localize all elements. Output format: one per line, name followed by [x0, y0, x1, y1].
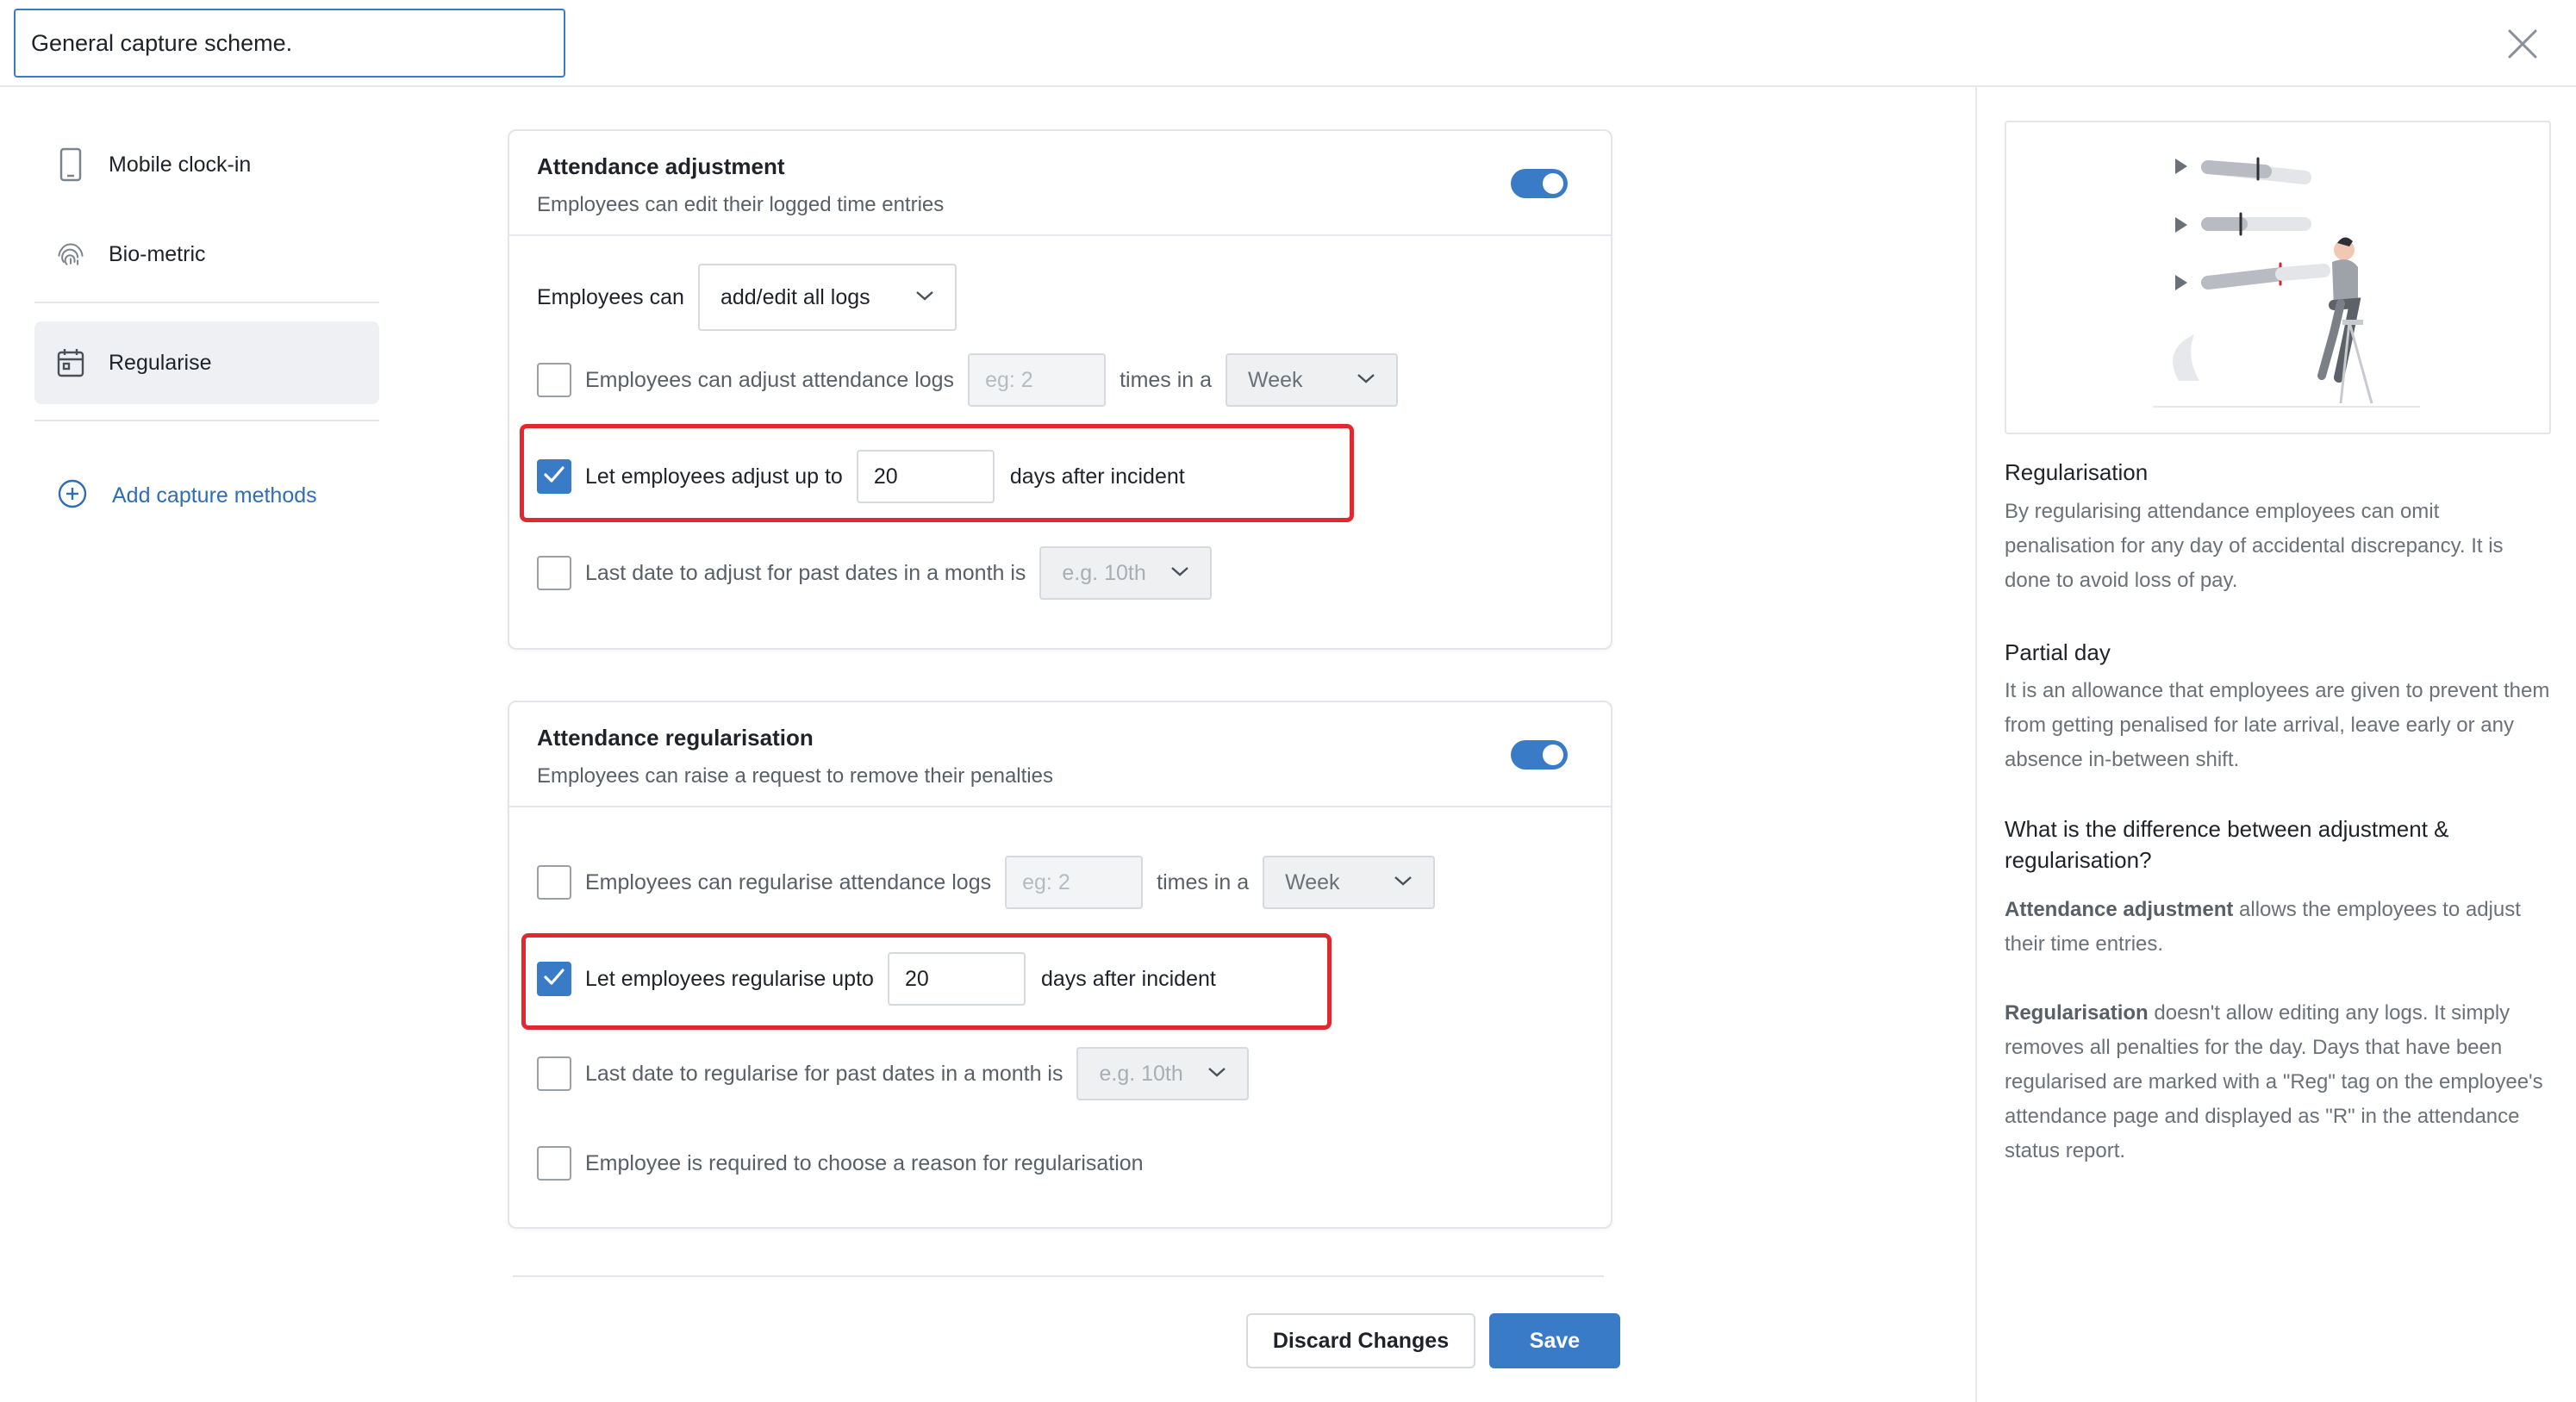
regularise-last-date-row: Last date to regularise for past dates i…	[537, 1047, 1250, 1100]
toggle-knob	[1543, 745, 1563, 765]
top-bar	[0, 0, 2576, 87]
reason-required-checkbox[interactable]	[537, 1146, 571, 1181]
sidebar-item-mobile-clock-in[interactable]: Mobile clock-in	[34, 123, 379, 206]
regularise-limit-row: Employees can regularise attendance logs…	[537, 856, 1436, 909]
regularise-last-date-label: Last date to regularise for past dates i…	[585, 1061, 1063, 1086]
select-value: add/edit all logs	[720, 284, 870, 309]
help-partial-day-body: It is an allowance that employees are gi…	[2005, 679, 2550, 771]
sidebar-item-label: Mobile clock-in	[109, 152, 252, 177]
checkmark-icon	[543, 968, 565, 991]
term-attendance-adjustment: Attendance adjustment	[2005, 898, 2234, 921]
regularise-days-input[interactable]	[887, 952, 1026, 1006]
sidebar-divider	[34, 420, 379, 421]
card-header: Attendance adjustment Employees can edit…	[509, 131, 1611, 236]
card-subtitle: Employees can edit their logged time ent…	[537, 193, 945, 216]
adjust-last-date-label: Last date to adjust for past dates in a …	[585, 560, 1026, 585]
reason-required-row: Employee is required to choose a reason …	[537, 1146, 1144, 1181]
adjust-last-date-select[interactable]: e.g. 10th	[1039, 546, 1213, 600]
mobile-icon	[55, 147, 86, 182]
employees-can-label: Employees can	[537, 284, 684, 309]
days-after-incident-label: days after incident	[1009, 464, 1185, 489]
adjust-period-select[interactable]: Week	[1226, 353, 1399, 407]
add-capture-methods-label: Add capture methods	[112, 483, 317, 508]
regularise-limit-label: Employees can regularise attendance logs	[585, 869, 992, 894]
plus-circle-icon	[57, 478, 88, 514]
discard-changes-button[interactable]: Discard Changes	[1246, 1313, 1475, 1368]
help-partial-day-title: Partial day	[2005, 639, 2111, 665]
sidebar-item-regularise[interactable]: Regularise	[34, 321, 379, 404]
adjust-limit-label: Employees can adjust attendance logs	[585, 367, 955, 392]
attendance-regularisation-card: Attendance regularisation Employees can …	[508, 701, 1612, 1229]
sidebar-divider	[34, 302, 379, 303]
chevron-down-icon	[1357, 372, 1375, 389]
adjust-last-date-row: Last date to adjust for past dates in a …	[537, 546, 1213, 600]
regularise-limit-checkbox[interactable]	[537, 865, 571, 900]
adjust-last-date-checkbox[interactable]	[537, 556, 571, 590]
adjust-days-checkbox[interactable]	[537, 459, 571, 494]
regularise-period-select[interactable]: Week	[1263, 856, 1436, 909]
help-difference-adjustment: Attendance adjustment allows the employe…	[2005, 893, 2553, 962]
adjustment-toggle[interactable]	[1511, 169, 1568, 198]
adjust-limit-checkbox[interactable]	[537, 363, 571, 397]
sidebar-item-bio-metric[interactable]: Bio-metric	[34, 213, 379, 296]
times-in-a-label: times in a	[1157, 869, 1250, 894]
regularise-days-checkbox[interactable]	[537, 962, 571, 996]
calendar-icon	[55, 346, 86, 380]
footer-divider	[513, 1275, 1604, 1277]
card-subtitle: Employees can raise a request to remove …	[537, 764, 1053, 788]
adjust-days-label: Let employees adjust up to	[585, 464, 843, 489]
help-difference-regularisation: Regularisation doesn't allow editing any…	[2005, 996, 2553, 1168]
regularisation-toggle[interactable]	[1511, 740, 1568, 770]
sidebar-item-label: Bio-metric	[109, 241, 206, 266]
card-title: Attendance adjustment	[537, 153, 785, 179]
scheme-name-input[interactable]	[14, 9, 565, 78]
select-value: Week	[1248, 367, 1303, 392]
help-regularisation-title: Regularisation	[2005, 459, 2149, 485]
times-in-a-label: times in a	[1120, 367, 1213, 392]
capture-methods-sidebar: Mobile clock-in Bio-metric Regularise Ad…	[0, 87, 414, 1402]
checkmark-icon	[543, 465, 565, 489]
select-value: Week	[1285, 869, 1340, 894]
regularise-days-label: Let employees regularise upto	[585, 966, 874, 991]
chevron-down-icon	[1207, 1066, 1226, 1082]
fingerprint-icon	[55, 237, 86, 271]
chevron-down-icon	[1394, 875, 1413, 891]
regularise-last-date-checkbox[interactable]	[537, 1056, 571, 1091]
help-regularisation-body: By regularising attendance employees can…	[2005, 500, 2504, 592]
save-button[interactable]: Save	[1489, 1313, 1620, 1368]
card-title: Attendance regularisation	[537, 725, 814, 751]
add-capture-methods-link[interactable]: Add capture methods	[57, 478, 317, 514]
chevron-down-icon	[1170, 565, 1189, 582]
employees-can-row: Employees can add/edit all logs	[537, 264, 957, 331]
adjust-days-input[interactable]	[856, 450, 995, 503]
attendance-adjustment-card: Attendance adjustment Employees can edit…	[508, 129, 1612, 650]
definition-text: doesn't allow editing any logs. It simpl…	[2005, 1001, 2543, 1162]
term-regularisation: Regularisation	[2005, 1001, 2149, 1025]
adjust-limit-input[interactable]	[968, 353, 1107, 407]
illustration	[2005, 121, 2551, 434]
regularise-last-date-select[interactable]: e.g. 10th	[1076, 1047, 1250, 1100]
help-difference-title: What is the difference between adjustmen…	[2005, 816, 2449, 873]
reason-required-label: Employee is required to choose a reason …	[585, 1150, 1144, 1175]
toggle-knob	[1543, 173, 1563, 194]
close-icon[interactable]	[2503, 24, 2542, 64]
chevron-down-icon	[915, 290, 934, 306]
employees-can-select[interactable]: add/edit all logs	[697, 264, 957, 331]
regularise-days-row: Let employees regularise upto days after…	[537, 952, 1216, 1006]
days-after-incident-label: days after incident	[1040, 966, 1216, 991]
adjust-days-row: Let employees adjust up to days after in…	[537, 450, 1185, 503]
card-header: Attendance regularisation Employees can …	[509, 702, 1611, 807]
select-value: e.g. 10th	[1099, 1061, 1183, 1086]
select-value: e.g. 10th	[1062, 560, 1146, 585]
regularise-limit-input[interactable]	[1005, 856, 1144, 909]
panel-divider	[1975, 87, 1977, 1402]
sidebar-item-label: Regularise	[109, 350, 212, 375]
adjust-limit-row: Employees can adjust attendance logs tim…	[537, 353, 1399, 407]
